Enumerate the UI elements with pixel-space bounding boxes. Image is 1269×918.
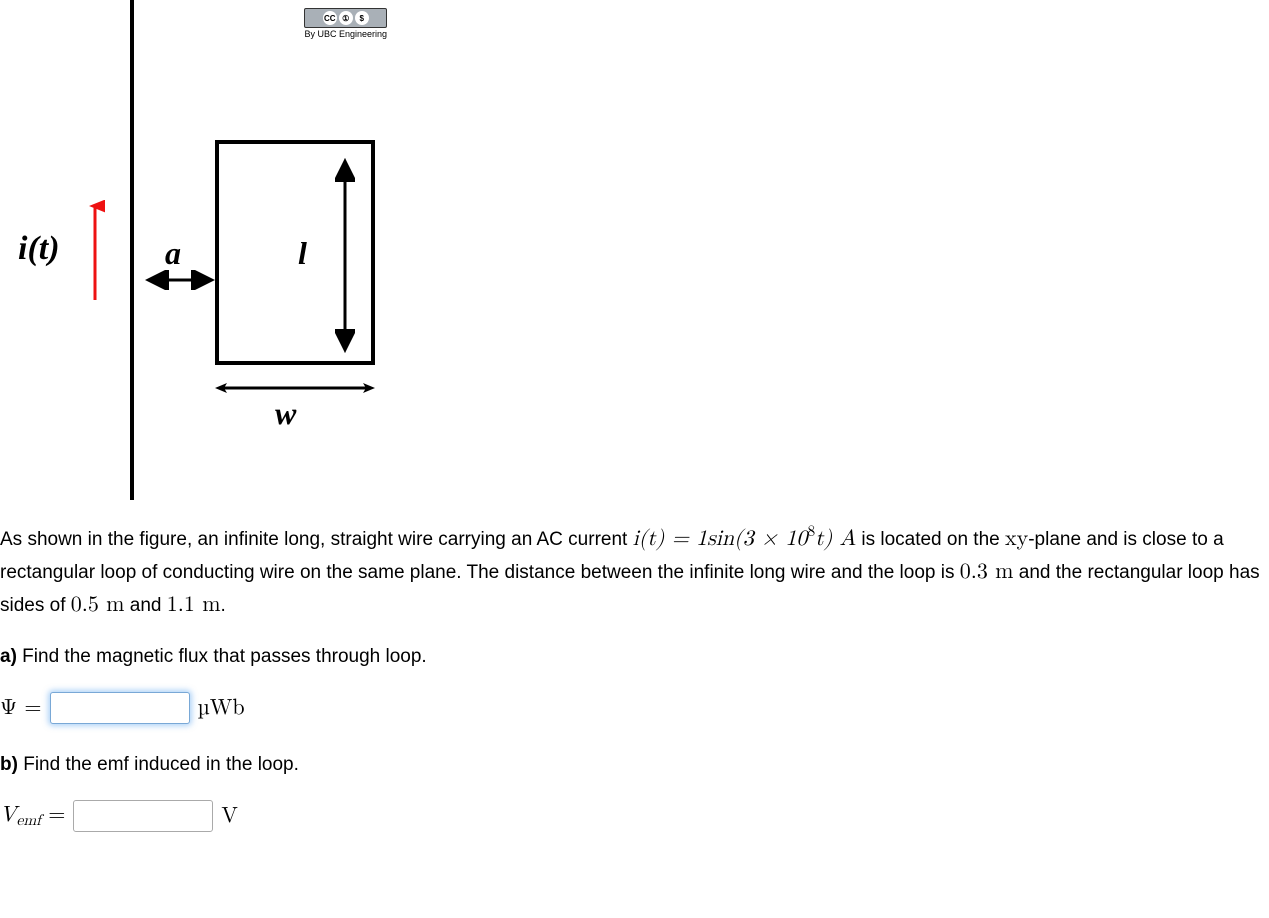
vemf-unit-label: V [221, 803, 238, 829]
intro-text-1: As shown in the figure, an infinite long… [0, 529, 633, 550]
intro-text-2: is located on the [856, 529, 1005, 550]
part-a-answer-row: Ψ = µWb [0, 692, 1269, 724]
part-b-text: Find the emf induced in the loop. [18, 754, 299, 775]
current-formula: i(t) = 1sin(3 × 108t) A [633, 528, 856, 550]
figure: CC ① $ By UBC Engineering i(t) [0, 0, 395, 500]
intro-text-5: and [125, 595, 167, 616]
psi-input[interactable] [50, 692, 190, 724]
part-a-prompt: a) Find the magnetic flux that passes th… [0, 646, 1269, 668]
intro-text-6: . [221, 595, 226, 616]
cc-license-icons: CC ① $ [304, 8, 387, 28]
infinite-wire [130, 0, 134, 500]
psi-unit-label: µWb [198, 695, 245, 721]
distance-a-arrow-icon [145, 270, 215, 296]
length-l-label: l [298, 235, 307, 272]
xy-plane-label: xy [1005, 528, 1028, 550]
width-w-label: w [275, 395, 296, 432]
part-b-label: b) [0, 754, 18, 775]
length-l-arrow-icon [335, 158, 355, 359]
cc-icon: CC [323, 11, 337, 25]
value-a: 0.3 m [960, 561, 1014, 583]
vemf-input[interactable] [73, 800, 213, 832]
vemf-equals-label: Vemf = [0, 802, 65, 830]
problem-statement: As shown in the figure, an infinite long… [0, 520, 1269, 622]
current-label: i(t) [18, 230, 60, 268]
current-arrow-icon [85, 200, 105, 306]
psi-equals-label: Ψ = [0, 695, 42, 721]
nc-icon: $ [355, 11, 369, 25]
part-a-text: Find the magnetic flux that passes throu… [17, 646, 427, 667]
distance-a-label: a [165, 235, 181, 272]
part-a-label: a) [0, 646, 17, 667]
value-w: 0.5 m [71, 594, 125, 616]
value-l: 1.1 m [167, 594, 221, 616]
part-b-answer-row: Vemf = V [0, 800, 1269, 832]
part-b-prompt: b) Find the emf induced in the loop. [0, 754, 1269, 776]
cc-attribution-text: By UBC Engineering [304, 30, 387, 39]
cc-license-badge: CC ① $ By UBC Engineering [304, 8, 387, 39]
by-icon: ① [339, 11, 353, 25]
